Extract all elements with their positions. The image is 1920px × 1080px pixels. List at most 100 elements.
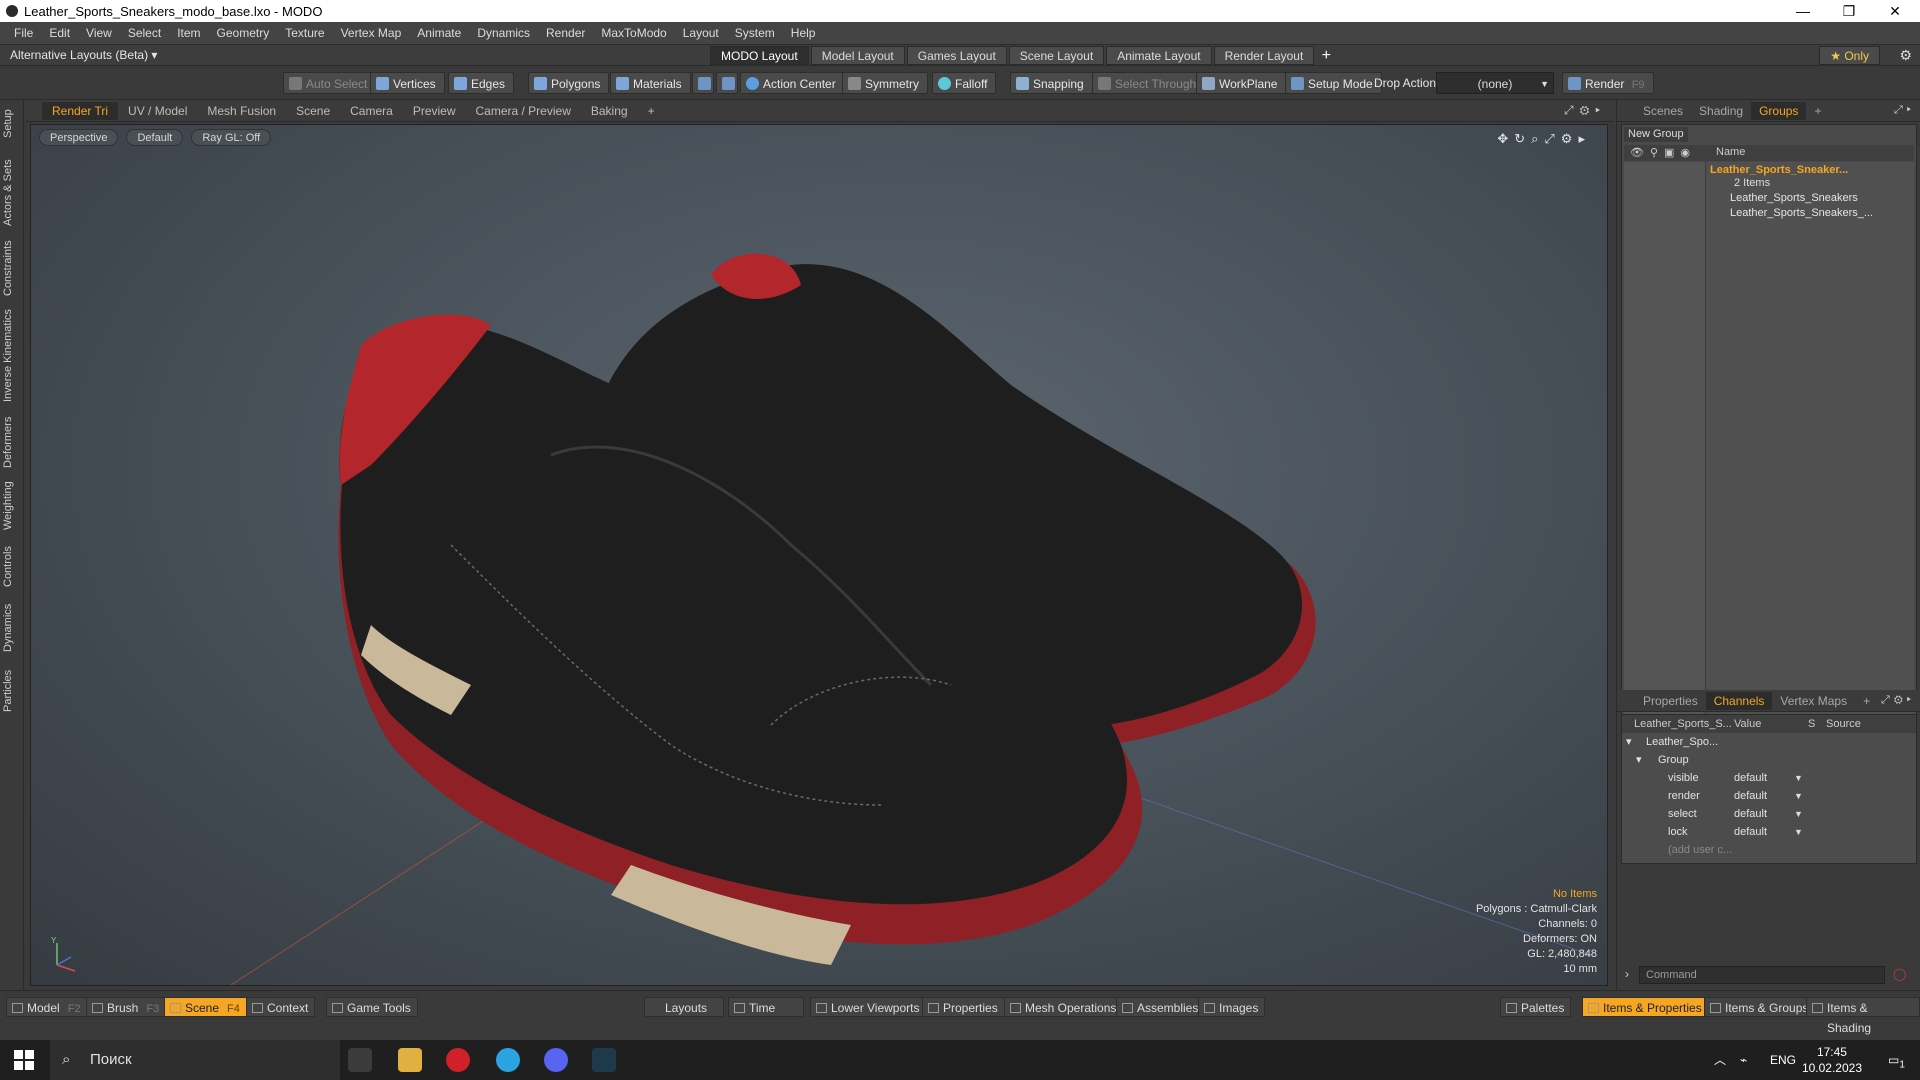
tab-scenes[interactable]: Scenes <box>1635 102 1691 120</box>
group-root-item[interactable]: Leather_Sports_Sneaker... <box>1710 164 1848 176</box>
tab-camera-preview[interactable]: Camera / Preview <box>466 102 581 120</box>
workplane-button[interactable]: WorkPlane <box>1196 72 1287 94</box>
group-toggle-columns[interactable] <box>1624 162 1706 778</box>
add-channel-tab-icon[interactable]: + <box>1855 692 1878 710</box>
menu-render[interactable]: Render <box>538 26 593 40</box>
images-button[interactable]: Images <box>1198 997 1266 1017</box>
symmetry-button[interactable]: Symmetry <box>842 72 928 94</box>
channel-row[interactable]: lock default ▼ <box>1622 823 1916 841</box>
menu-file[interactable]: File <box>6 26 41 40</box>
vtab-controls[interactable]: Controls <box>2 542 22 592</box>
network-icon[interactable]: ⌁ <box>1740 1040 1747 1080</box>
discord-icon[interactable] <box>544 1048 568 1072</box>
time-button[interactable]: Time <box>728 997 804 1017</box>
chevron-down-icon[interactable]: ▼ <box>1794 787 1803 805</box>
vtab-particles[interactable]: Particles <box>2 664 22 718</box>
setup-mode-button[interactable]: Setup Mode <box>1285 72 1382 94</box>
tab-mesh-fusion[interactable]: Mesh Fusion <box>197 102 286 120</box>
tab-channels[interactable]: Channels <box>1705 691 1773 710</box>
channel-group-row[interactable]: ▾ Group <box>1622 751 1916 769</box>
items-groups-button[interactable]: Items & Groups <box>1704 997 1816 1017</box>
menu-view[interactable]: View <box>78 26 120 40</box>
add-layout-icon[interactable]: + <box>1316 46 1336 65</box>
command-expand-icon[interactable]: › <box>1625 967 1629 981</box>
layouts-button[interactable]: Layouts <box>644 997 724 1017</box>
tab-baking[interactable]: Baking <box>581 102 638 120</box>
command-record-icon[interactable]: ◯ <box>1893 967 1906 981</box>
vertices-button[interactable]: Vertices <box>370 72 445 94</box>
vtab-constraints[interactable]: Constraints <box>2 238 22 298</box>
menu-animate[interactable]: Animate <box>409 26 469 40</box>
menu-texture[interactable]: Texture <box>277 26 332 40</box>
polygons-button[interactable]: Polygons <box>528 72 610 94</box>
menu-dynamics[interactable]: Dynamics <box>469 26 538 40</box>
mesh-operations-button[interactable]: Mesh Operations <box>1004 997 1124 1017</box>
palettes-button[interactable]: Palettes <box>1500 997 1572 1017</box>
add-panel-tab-icon[interactable]: + <box>1806 102 1829 120</box>
assemblies-button[interactable]: Assemblies <box>1116 997 1206 1017</box>
task-view-icon[interactable] <box>348 1048 372 1072</box>
menu-vertex-map[interactable]: Vertex Map <box>333 26 410 40</box>
select-through-button[interactable]: Select Through <box>1092 72 1206 94</box>
vtab-dynamics[interactable]: Dynamics <box>2 600 22 656</box>
tab-animate-layout[interactable]: Animate Layout <box>1106 46 1212 65</box>
modo-taskbar-icon[interactable] <box>592 1048 616 1072</box>
group-child-item[interactable]: Leather_Sports_Sneakers <box>1730 192 1858 204</box>
action-center-button[interactable]: Action Center <box>740 72 845 94</box>
brush-button[interactable]: Brush F3 <box>86 997 167 1017</box>
channel-row[interactable]: select default ▼ <box>1622 805 1916 823</box>
only-toggle[interactable]: ★ Only <box>1819 46 1880 65</box>
vtab-inverse-kinematics[interactable]: Inverse Kinematics <box>2 308 22 404</box>
tab-games-layout[interactable]: Games Layout <box>906 46 1007 65</box>
vtab-actors-sets[interactable]: Actors & Sets <box>2 158 22 228</box>
tab-groups[interactable]: Groups <box>1751 101 1807 120</box>
chevron-down-icon[interactable]: ▼ <box>1794 769 1803 787</box>
viewport-tab-controls[interactable]: ⤢⚙▸ <box>1564 103 1606 118</box>
tab-camera[interactable]: Camera <box>340 102 403 120</box>
tab-uv-model[interactable]: UV / Model <box>118 102 197 120</box>
opera-icon[interactable] <box>446 1048 470 1072</box>
items-properties-button[interactable]: Items & Properties <box>1582 997 1709 1017</box>
group-child-item[interactable]: Leather_Sports_Sneakers_... <box>1730 207 1873 219</box>
new-group-button[interactable]: New Group <box>1624 127 1688 142</box>
close-button[interactable]: ✕ <box>1872 0 1918 22</box>
menu-system[interactable]: System <box>727 26 783 40</box>
channels-panel-controls[interactable]: ⤢⚙▸ <box>1881 694 1915 707</box>
channel-row[interactable]: render default ▼ <box>1622 787 1916 805</box>
taskbar-clock[interactable]: 17:45 10.02.2023 <box>1802 1044 1862 1076</box>
lower-viewports-button[interactable]: Lower Viewports <box>810 997 927 1017</box>
tab-modo-layout[interactable]: MODO Layout <box>710 46 809 65</box>
falloff-button[interactable]: Falloff <box>932 72 997 94</box>
tab-scene[interactable]: Scene <box>286 102 340 120</box>
vtab-weighting[interactable]: Weighting <box>2 478 22 534</box>
menu-maxtomodo[interactable]: MaxToModo <box>593 26 674 40</box>
scene-button[interactable]: Scene F4 <box>164 997 247 1017</box>
tab-model-layout[interactable]: Model Layout <box>810 46 905 65</box>
menu-geometry[interactable]: Geometry <box>209 26 278 40</box>
notifications-icon[interactable]: ▭1 <box>1888 1040 1905 1080</box>
vtab-setup[interactable]: Setup <box>2 106 22 142</box>
snapping-button[interactable]: Snapping <box>1010 72 1093 94</box>
tray-chevron-icon[interactable]: ︿ <box>1714 1040 1726 1080</box>
item-mode-button[interactable] <box>716 72 738 94</box>
panel-controls[interactable]: ⤢▸ <box>1894 104 1915 117</box>
tab-preview[interactable]: Preview <box>403 102 466 120</box>
chevron-down-icon[interactable]: ▼ <box>1794 805 1803 823</box>
tab-scene-layout[interactable]: Scene Layout <box>1008 46 1105 65</box>
materials-button[interactable]: Materials <box>610 72 691 94</box>
taskbar-search[interactable]: ⌕ Поиск <box>50 1040 340 1080</box>
tab-render-layout[interactable]: Render Layout <box>1213 46 1315 65</box>
items-shading-button[interactable]: Items & Shading <box>1806 997 1920 1035</box>
file-explorer-icon[interactable] <box>398 1048 422 1072</box>
tab-properties[interactable]: Properties <box>1635 692 1706 710</box>
context-button[interactable]: Context <box>246 997 316 1017</box>
properties-button[interactable]: Properties <box>922 997 1005 1017</box>
channel-item-row[interactable]: ▾ Leather_Spo... <box>1622 733 1916 751</box>
menu-layout[interactable]: Layout <box>675 26 727 40</box>
vtab-deformers[interactable]: Deformers <box>2 414 22 470</box>
tab-render-tri[interactable]: Render Tri <box>42 101 119 120</box>
menu-help[interactable]: Help <box>783 26 824 40</box>
menu-edit[interactable]: Edit <box>41 26 78 40</box>
model-button[interactable]: Model F2 <box>6 997 88 1017</box>
edges-button[interactable]: Edges <box>448 72 515 94</box>
